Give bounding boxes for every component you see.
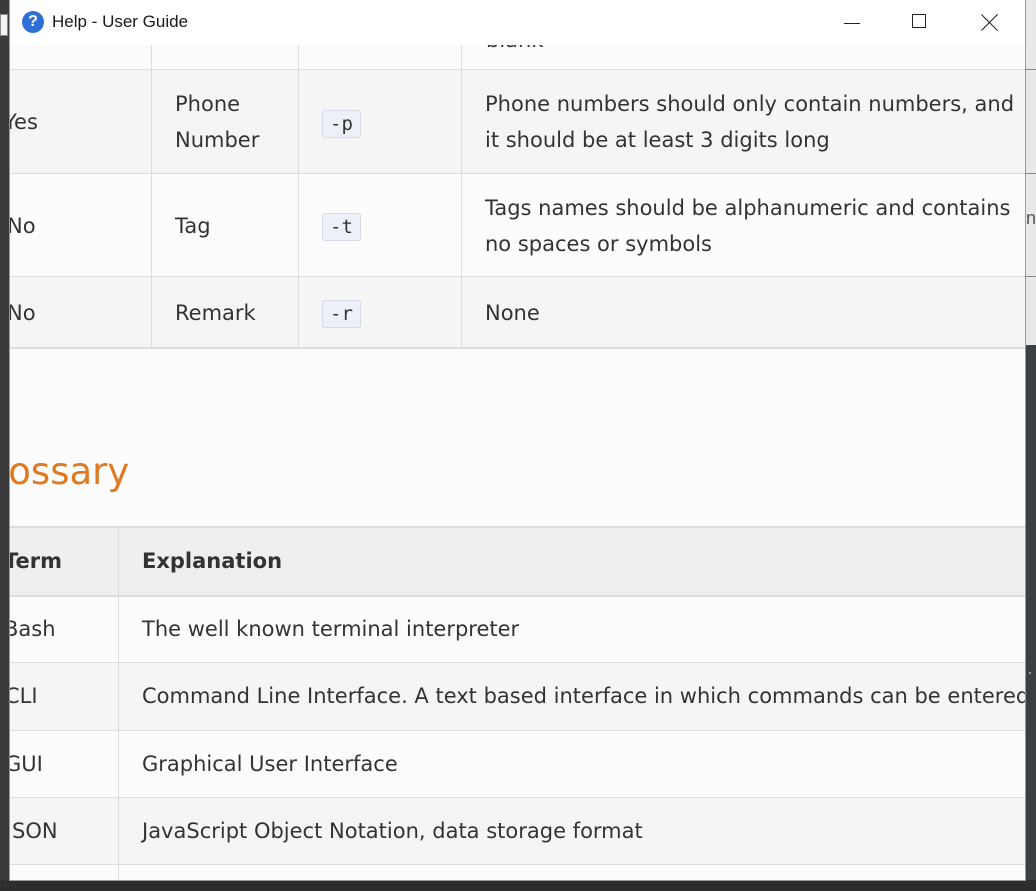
background-glyph: n [1026, 208, 1036, 228]
constraint-cell: None [485, 301, 540, 325]
row-divider [10, 173, 1025, 174]
row-divider [10, 69, 1025, 70]
column-divider [118, 528, 119, 880]
close-icon [981, 13, 999, 31]
optional-cell: Yes [10, 110, 38, 134]
table-row-partial [10, 865, 1025, 880]
prefix-code: -r [322, 300, 361, 328]
help-window[interactable]: blank Yes Phone Number -p Phone numbers … [10, 0, 1025, 880]
prefix-code: -t [322, 213, 361, 241]
row-divider [10, 797, 1025, 798]
glossary-term: CLI [10, 684, 38, 708]
close-button[interactable] [955, 0, 1023, 45]
background-divider [1025, 173, 1036, 174]
maximize-button[interactable] [885, 0, 953, 45]
constraint-cell: Phone numbers should only contain number… [485, 92, 1015, 116]
background-divider [1025, 69, 1036, 70]
glossary-term: Bash [10, 617, 56, 641]
background-taskbar-edge: . [0, 878, 1036, 891]
background-text: . [4, 878, 7, 889]
field-cell: Tag [175, 214, 211, 238]
user-guide-content[interactable]: blank Yes Phone Number -p Phone numbers … [10, 0, 1025, 880]
constraint-cell: it should be at least 3 digits long [485, 128, 830, 152]
glossary-heading: lossary [10, 450, 130, 493]
row-divider [10, 864, 1025, 865]
prefix-code: -p [322, 110, 361, 138]
glossary-term: GUI [10, 752, 43, 776]
field-cell: Phone [175, 92, 241, 116]
glossary-header-explanation: Explanation [142, 549, 283, 573]
table-bottom-border [10, 347, 1025, 349]
row-divider [10, 276, 1025, 277]
maximize-icon [912, 14, 926, 28]
constraint-cell: no spaces or symbols [485, 232, 712, 256]
help-icon: ? [22, 11, 44, 33]
row-divider [10, 662, 1025, 663]
column-divider [461, 45, 462, 348]
glossary-explanation: Command Line Interface. A text based int… [142, 684, 1025, 708]
column-divider [298, 45, 299, 348]
column-divider [151, 45, 152, 348]
minimize-button[interactable] [816, 0, 884, 45]
glossary-explanation: JavaScript Object Notation, data storage… [142, 819, 643, 843]
row-divider [10, 730, 1025, 731]
constraint-cell: Tags names should be alphanumeric and co… [485, 196, 1011, 220]
glossary-header-term: Term [10, 549, 63, 573]
background-dot [1029, 672, 1031, 674]
window-title: Help - User Guide [52, 12, 189, 31]
optional-cell: No [10, 301, 36, 325]
field-cell: Number [175, 128, 260, 152]
background-window-edge-right: n [1025, 0, 1036, 891]
glossary-explanation: Graphical User Interface [142, 752, 398, 776]
table-row [10, 70, 1025, 174]
glossary-explanation: The well known terminal interpreter [142, 617, 520, 641]
background-divider [1025, 276, 1036, 277]
table-row [10, 174, 1025, 277]
optional-cell: No [10, 214, 36, 238]
title-bar[interactable]: ? Help - User Guide [10, 0, 1025, 45]
background-window-edge-left [0, 0, 10, 891]
minimize-icon [844, 23, 860, 24]
field-cell: Remark [175, 301, 256, 325]
glossary-term: SON [12, 819, 58, 843]
background-window-fragment [0, 14, 8, 36]
